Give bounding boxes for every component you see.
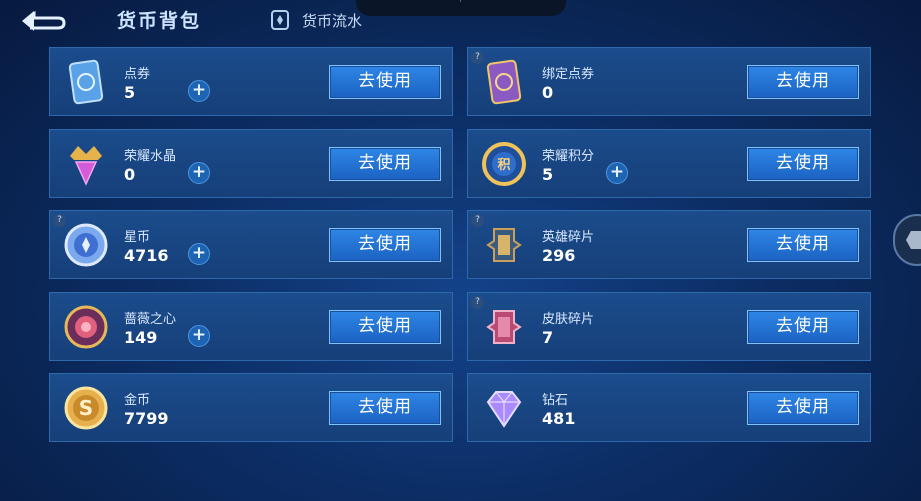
flow-icon: [271, 10, 289, 30]
add-button[interactable]: +: [188, 325, 210, 347]
star-coin-icon: [64, 223, 108, 267]
currency-name: 钻石: [542, 393, 569, 408]
add-button[interactable]: +: [188, 80, 210, 102]
currency-card-hero-fragment: ? 英雄碎片 296 去使用: [467, 210, 871, 279]
use-button[interactable]: 去使用: [329, 228, 441, 262]
currency-card-rose-heart: 蔷薇之心 149 + 去使用: [49, 292, 453, 361]
svg-text:S: S: [79, 396, 93, 420]
use-button[interactable]: 去使用: [747, 147, 859, 181]
currency-amount: 0: [542, 83, 554, 102]
currency-name: 蔷薇之心: [124, 312, 177, 327]
skin-fragment-icon: [486, 310, 522, 344]
currency-name: 英雄碎片: [542, 230, 595, 245]
currency-card-gold-coin: S 金币 7799 去使用: [49, 373, 453, 442]
gold-coin-icon: S: [64, 386, 108, 430]
currency-flow-link[interactable]: 货币流水: [270, 8, 362, 32]
currency-amount: 149: [124, 328, 158, 347]
currency-amount: 481: [542, 409, 576, 428]
use-button[interactable]: 去使用: [747, 391, 859, 425]
side-menu-handle[interactable]: [893, 214, 921, 266]
currency-card-coupon: 点券 5 + 去使用: [49, 47, 453, 116]
use-button[interactable]: 去使用: [329, 65, 441, 99]
use-button[interactable]: 去使用: [747, 228, 859, 262]
currency-card-crystal: 荣耀水晶 0 + 去使用: [49, 129, 453, 198]
currency-card-honor-points: 积 荣耀积分 5 + 去使用: [467, 129, 871, 198]
crystal-icon: [70, 146, 102, 186]
currency-name: 绑定点券: [542, 67, 595, 82]
rose-heart-icon: [64, 305, 108, 349]
use-button[interactable]: 去使用: [747, 65, 859, 99]
add-button[interactable]: +: [188, 162, 210, 184]
currency-name: 荣耀积分: [542, 149, 595, 164]
use-button[interactable]: 去使用: [329, 147, 441, 181]
currency-amount: 4716: [124, 246, 169, 265]
add-button[interactable]: +: [188, 243, 210, 265]
currency-card-star-coin: ? 星币 4716 + 去使用: [49, 210, 453, 279]
currency-amount: 0: [124, 165, 136, 184]
honor-points-icon: 积: [482, 142, 526, 186]
currency-name: 点券: [124, 67, 151, 82]
currency-amount: 7: [542, 328, 554, 347]
back-arrow-icon[interactable]: [18, 8, 68, 34]
currency-amount: 7799: [124, 409, 169, 428]
coupon-icon: [68, 59, 104, 105]
hexagon-icon: [906, 231, 921, 249]
currency-name: 皮肤碎片: [542, 312, 595, 327]
currency-flow-label: 货币流水: [302, 11, 363, 30]
currency-card-diamond: 钻石 481 去使用: [467, 373, 871, 442]
currency-name: 星币: [124, 230, 151, 245]
currency-amount: 296: [542, 246, 576, 265]
add-button[interactable]: +: [606, 162, 628, 184]
currency-name: 荣耀水晶: [124, 149, 177, 164]
use-button[interactable]: 去使用: [329, 391, 441, 425]
use-button[interactable]: 去使用: [747, 310, 859, 344]
currency-card-bound-coupon: ? 绑定点券 0 去使用: [467, 47, 871, 116]
hero-fragment-icon: [486, 228, 522, 262]
currency-card-skin-fragment: ? 皮肤碎片 7 去使用: [467, 292, 871, 361]
use-button[interactable]: 去使用: [329, 310, 441, 344]
currency-name: 金币: [124, 393, 151, 408]
currency-amount: 5: [542, 165, 554, 184]
svg-text:积: 积: [497, 157, 510, 173]
currency-amount: 5: [124, 83, 136, 102]
top-bar: 货币背包 货币流水: [0, 0, 921, 42]
page-title: 货币背包: [117, 10, 202, 32]
diamond-icon: [486, 391, 522, 428]
bound-coupon-icon: [486, 59, 522, 105]
